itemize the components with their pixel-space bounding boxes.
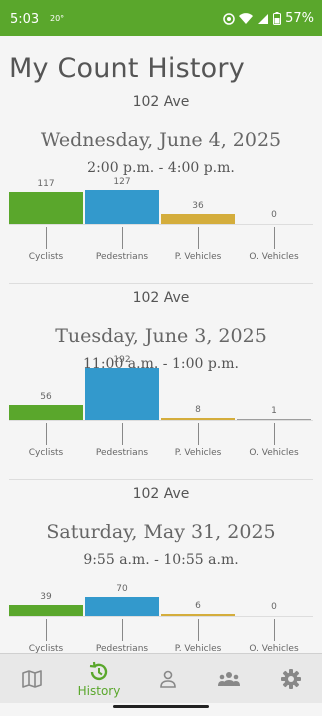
axis-tick [274,619,275,641]
nav-label-history: History [77,683,121,698]
status-time: 5:03 [10,12,40,27]
axis-tick [46,619,47,641]
entry-time-range: 9:55 a.m. - 10:55 a.m. [83,552,239,568]
nav-item-map[interactable] [0,654,64,704]
entry-time-range: 11:00 a.m. - 1:00 p.m. [83,356,239,372]
category-label-cyclists: Cyclists [28,448,64,458]
bar-value-pedestrians: 127 [113,177,131,187]
axis-tick [46,227,47,249]
person-icon [160,670,176,688]
bar-value-o-vehicles: 0 [271,210,277,220]
status-icons: 57% [223,11,314,26]
chart-baseline [9,420,313,421]
bar-cyclists [9,605,83,616]
category-label-pedestrians: Pedestrians [95,252,149,262]
category-label-cyclists: Cyclists [28,252,64,262]
page-title: My Count History [9,53,245,84]
history-entry[interactable]: 102 Ave Wednesday, June 4, 2025 2:00 p.m. … [0,88,322,284]
bar-value-cyclists: 39 [40,592,52,602]
bar-value-p-vehicles: 6 [195,601,201,611]
history-list[interactable]: 102 Ave Wednesday, June 4, 2025 2:00 p.m. … [0,88,322,653]
nav-item-history[interactable]: History [67,654,131,704]
category-label-cyclists: Cyclists [28,644,64,653]
axis-tick [122,227,123,249]
history-entry[interactable]: 102 Ave Saturday, May 31, 2025 9:55 a.m. -… [0,480,322,653]
nav-item-settings[interactable] [259,654,322,704]
bar-value-pedestrians: 192 [113,355,131,365]
chart-baseline [9,616,313,617]
chart-baseline [9,224,313,225]
axis-tick [198,227,199,249]
bar-value-p-vehicles: 8 [195,405,201,415]
entry-location: 102 Ave [132,290,190,306]
category-label-o-vehicles: O. Vehicles [249,644,299,653]
battery-percent: 57% [285,11,314,26]
history-entry[interactable]: 102 Ave Tuesday, June 3, 2025 11:00 a.m. -… [0,284,322,480]
axis-tick [198,423,199,445]
bar-value-p-vehicles: 36 [192,201,204,211]
entry-date: Wednesday, June 4, 2025 [40,129,282,151]
bar-cyclists [9,405,83,420]
home-indicator [113,705,209,708]
category-label-o-vehicles: O. Vehicles [249,252,299,262]
battery-icon [273,12,282,25]
bar-value-o-vehicles: 0 [271,602,277,612]
status-temperature: 20° [50,14,65,23]
history-icon [89,661,108,680]
axis-tick [122,619,123,641]
category-label-pedestrians: Pedestrians [95,448,149,458]
count-bar-chart: 117 Cyclists 127 Pedestrians 36 P. Vehicles 0 O… [9,177,313,268]
axis-tick [274,227,275,249]
gear-icon [281,669,301,689]
do-not-disturb-icon [223,12,235,25]
bar-p-vehicles [161,214,235,224]
bar-cyclists [9,192,83,224]
entry-location: 102 Ave [132,486,190,502]
signal-icon [258,13,269,24]
nav-item-group[interactable] [197,654,261,704]
category-label-p-vehicles: P. Vehicles [174,252,222,262]
category-label-o-vehicles: O. Vehicles [249,448,299,458]
bottom-nav: History [0,653,322,703]
bar-pedestrians [85,190,159,224]
status-bar: 5:03 20° 57% [0,0,322,36]
bar-value-o-vehicles: 1 [271,406,277,416]
category-label-pedestrians: Pedestrians [95,644,149,653]
axis-tick [274,423,275,445]
bar-pedestrians [85,597,159,616]
entry-date: Saturday, May 31, 2025 [46,521,276,543]
category-label-p-vehicles: P. Vehicles [174,448,222,458]
bar-value-cyclists: 56 [40,392,52,402]
axis-tick [198,619,199,641]
count-bar-chart: 39 Cyclists 70 Pedestrians 6 P. Vehicles 0 O. V… [9,570,313,653]
axis-tick [46,423,47,445]
wifi-icon [239,12,254,24]
entry-time-range: 2:00 p.m. - 4:00 p.m. [87,160,235,176]
axis-tick [122,423,123,445]
bar-value-pedestrians: 70 [116,584,128,594]
nav-item-profile[interactable] [136,654,200,704]
map-icon [22,670,42,688]
count-bar-chart: 56 Cyclists 192 Pedestrians 8 P. Vehicles 1 O. … [9,355,313,464]
bar-value-cyclists: 117 [37,179,55,189]
group-icon [218,672,240,686]
category-label-p-vehicles: P. Vehicles [174,644,222,653]
bar-pedestrians [85,368,159,420]
entry-date: Tuesday, June 3, 2025 [55,325,267,347]
entry-location: 102 Ave [132,94,190,110]
